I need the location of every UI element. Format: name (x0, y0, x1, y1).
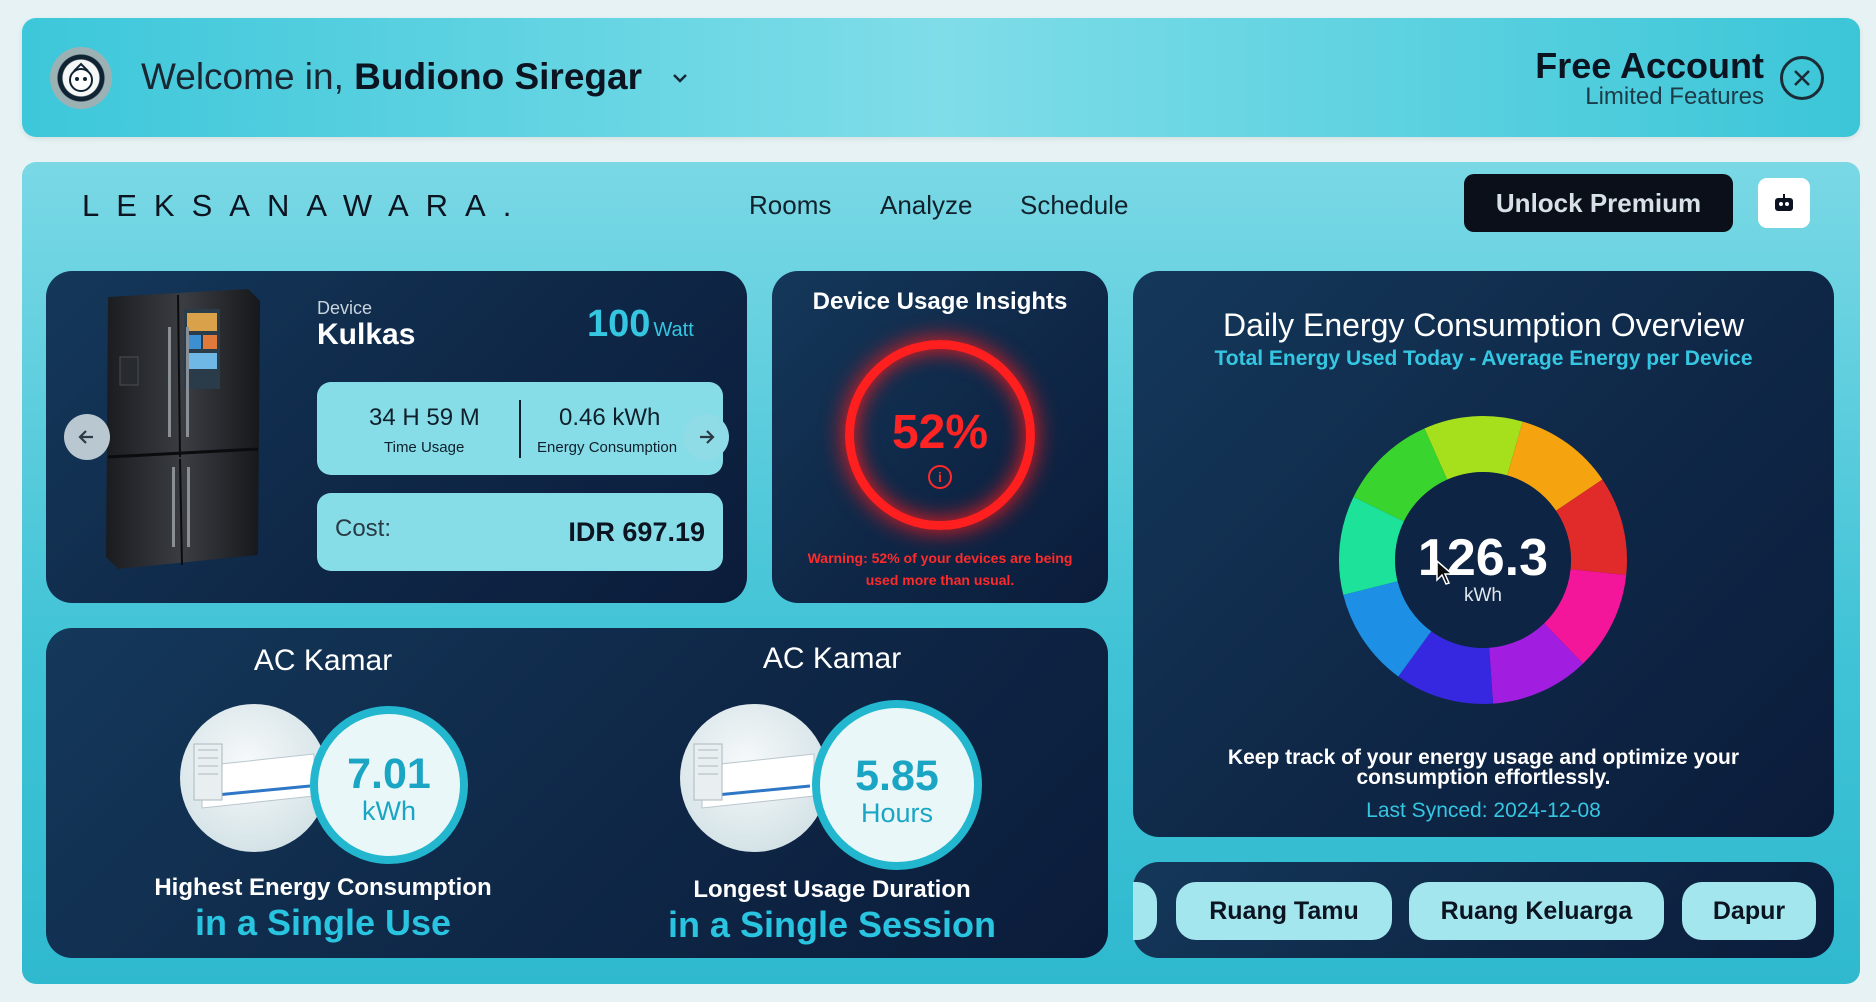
time-usage-value: 34 H 59 M (369, 404, 480, 431)
robot-face-icon (69, 62, 93, 92)
highlight-1-ac-image (180, 704, 328, 852)
highlight-2-line1: Longest Usage Duration (693, 876, 971, 903)
daily-energy-title: Daily Energy Consumption Overview (1222, 307, 1745, 343)
chevron-down-icon[interactable] (670, 68, 690, 88)
user-avatar[interactable] (50, 47, 112, 109)
highlight-1-title: AC Kamar (253, 644, 393, 677)
device-label: Device (317, 298, 373, 318)
nav-rooms[interactable]: Rooms (749, 190, 831, 221)
app-logo[interactable]: LEKSANAWARA. (82, 188, 528, 224)
mouse-cursor-icon (1436, 560, 1454, 585)
insights-title: Device Usage Insights (812, 288, 1068, 315)
energy-value: 0.46 kWh (559, 404, 661, 431)
robot-icon (1775, 194, 1793, 211)
cost-label: Cost: (335, 515, 392, 542)
daily-energy-subtitle: Total Energy Used Today - Average Energy… (1214, 347, 1753, 370)
unlock-premium-button[interactable]: Unlock Premium (1464, 174, 1733, 232)
highlight-1-value-circle: 7.01 kWh (310, 706, 468, 864)
device-name: Kulkas (317, 318, 416, 351)
close-icon (1794, 70, 1810, 86)
arrow-right-icon (700, 430, 715, 444)
highlight-2-unit: Hours (860, 798, 934, 828)
room-chip-partial[interactable] (1133, 882, 1157, 940)
highlight-2-value-circle: 5.85 Hours (812, 700, 982, 870)
power-value: 100 (587, 303, 651, 345)
highlight-1-unit: kWh (362, 796, 416, 826)
highlight-1-line1: Highest Energy Consumption (154, 874, 492, 901)
cost-value: IDR 697.19 (568, 517, 705, 547)
welcome-text: Welcome in, Budiono Siregar (141, 56, 642, 98)
usage-percent: 52% (891, 406, 989, 459)
welcome-prefix: Welcome in, (141, 56, 344, 97)
nav-schedule[interactable]: Schedule (1020, 190, 1128, 221)
info-icon[interactable]: i (928, 465, 952, 489)
daily-energy-description: Keep track of your energy usage and opti… (1227, 746, 1740, 789)
stat-divider (519, 400, 521, 458)
highlight-1-value: 7.01 (347, 750, 431, 798)
highlight-2-value: 5.85 (855, 752, 939, 800)
highlight-2-ac-image (680, 704, 828, 852)
assistant-button[interactable] (1758, 178, 1810, 228)
last-synced: Last Synced: 2024-12-08 (1366, 799, 1601, 822)
account-status: Free Account Limited Features (1535, 48, 1764, 110)
power-unit: Watt (653, 319, 694, 341)
device-stats: 34 H 59 M Time Usage 0.46 kWh Energy Con… (317, 382, 723, 475)
room-chip-ruang-keluarga[interactable]: Ruang Keluarga (1409, 882, 1664, 940)
user-name[interactable]: Budiono Siregar (354, 56, 642, 97)
previous-device-button[interactable] (64, 414, 110, 460)
next-device-button[interactable] (683, 414, 729, 460)
room-chip-dapur[interactable]: Dapur (1682, 882, 1816, 940)
highlight-2-title: AC Kamar (762, 642, 902, 675)
air-conditioner-image (693, 743, 815, 809)
account-type: Free Account (1535, 45, 1764, 86)
refrigerator-image (106, 289, 260, 569)
account-note: Limited Features (1585, 83, 1764, 110)
total-energy-value: 126.3 (1417, 529, 1549, 587)
usage-warning: Warning: 52% of your devices are being u… (807, 550, 1073, 588)
device-power: 100 Watt (587, 303, 694, 346)
close-button[interactable] (1780, 56, 1824, 100)
cost-box: Cost: IDR 697.19 (317, 493, 723, 571)
total-energy-unit: kWh (1464, 585, 1502, 606)
nav-analyze[interactable]: Analyze (880, 190, 973, 221)
room-chip-ruang-tamu[interactable]: Ruang Tamu (1176, 882, 1392, 940)
air-conditioner-image (193, 743, 315, 809)
time-usage-label: Time Usage (384, 439, 465, 456)
highlight-1-line2: in a Single Use (194, 902, 452, 943)
arrow-left-icon (78, 430, 93, 444)
highlight-2-line2: in a Single Session (667, 904, 997, 945)
